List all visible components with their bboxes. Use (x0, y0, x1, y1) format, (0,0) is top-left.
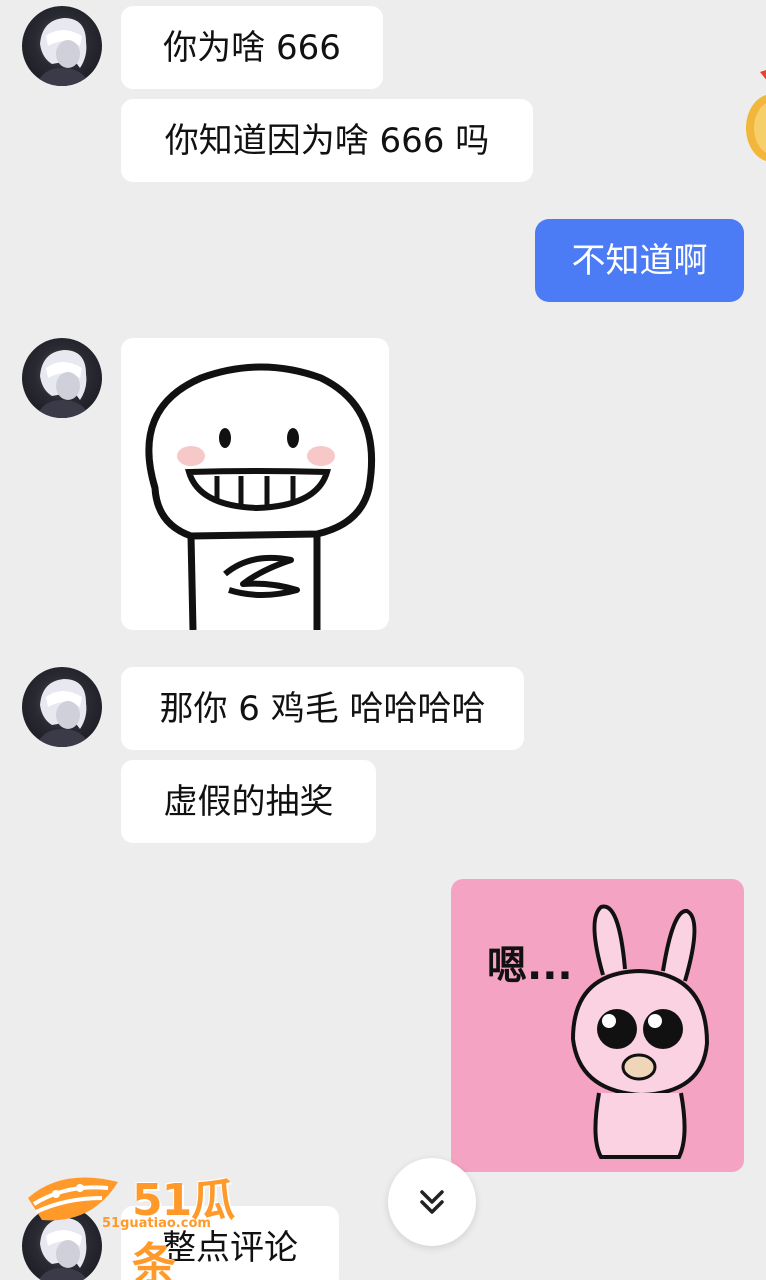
outgoing-message-bubble[interactable]: 不知道啊 (535, 219, 744, 302)
cropped-sticker-fragment (742, 68, 766, 164)
chat-message-list[interactable]: 你为啥 666 你知道因为啥 666 吗 不知道啊 那你 6 鸡毛 哈哈哈哈 虚… (0, 0, 766, 1280)
double-chevron-down-icon (420, 1190, 444, 1214)
contact-avatar[interactable] (22, 6, 102, 86)
message-text: 那你 6 鸡毛 哈哈哈哈 (159, 688, 486, 729)
contact-avatar[interactable] (22, 338, 102, 418)
contact-avatar[interactable] (22, 667, 102, 747)
message-text: 虚假的抽奖 (163, 781, 334, 822)
watermark-domain-text: 51guatiao.com (102, 1216, 211, 1231)
bunny-sticker[interactable]: 嗯... (451, 879, 744, 1172)
incoming-message-bubble[interactable]: 你知道因为啥 666 吗 (121, 99, 533, 182)
incoming-message-bubble[interactable]: 那你 6 鸡毛 哈哈哈哈 (121, 667, 524, 750)
message-text: 你为啥 666 (163, 27, 341, 68)
incoming-message-bubble[interactable]: 你为啥 666 (121, 6, 383, 89)
scroll-to-bottom-button[interactable] (388, 1158, 476, 1246)
incoming-message-bubble[interactable]: 虚假的抽奖 (121, 760, 376, 843)
message-text: 你知道因为啥 666 吗 (164, 120, 490, 161)
watermark-logo: 51瓜条 51guatiao.com (22, 1164, 272, 1280)
sticker-caption: 嗯... (487, 943, 573, 989)
message-text: 不知道啊 (571, 240, 708, 281)
smiling-face-sticker[interactable] (121, 338, 389, 630)
